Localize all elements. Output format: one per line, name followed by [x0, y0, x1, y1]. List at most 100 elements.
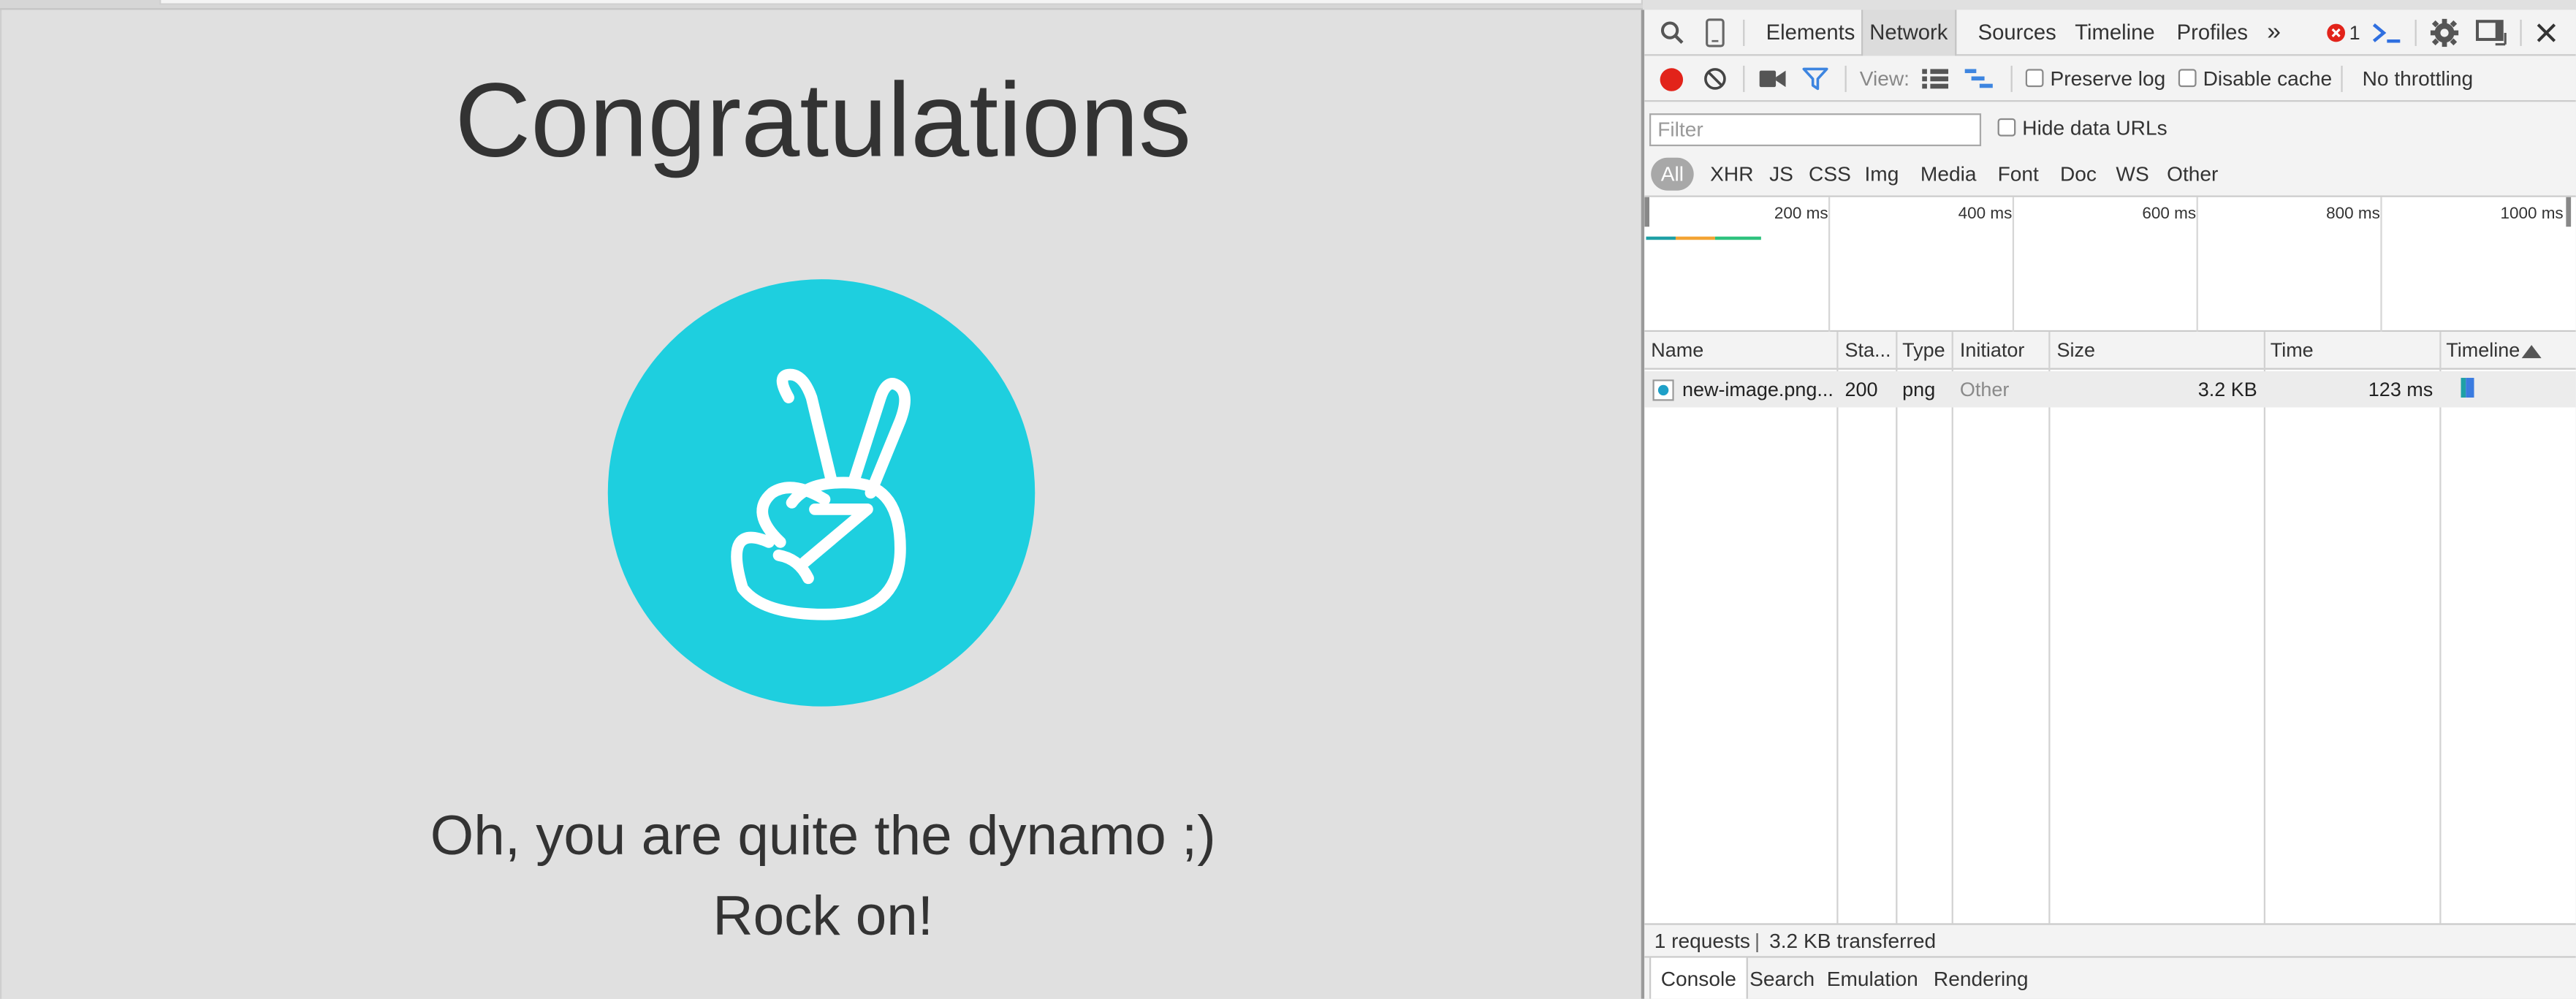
overview-bar-waiting [1675, 236, 1715, 240]
toolbar-divider [2010, 65, 2013, 92]
overview-left-handle[interactable] [1644, 197, 1649, 227]
overview-tick-label: 1000 ms [2500, 205, 2564, 224]
toolbar-divider [1844, 65, 1847, 92]
column-name[interactable]: Name [1651, 338, 1703, 361]
column-time[interactable]: Time [2271, 338, 2314, 361]
device-mode-icon[interactable] [1703, 18, 1726, 53]
toolbar-divider [1743, 19, 1745, 46]
column-size[interactable]: Size [2056, 338, 2094, 361]
more-tabs-button[interactable]: » [2267, 10, 2281, 56]
large-rows-icon[interactable] [1922, 69, 1949, 94]
filter-icon[interactable] [1802, 67, 1828, 95]
error-count[interactable]: 1 [2349, 10, 2360, 56]
column-divider[interactable] [1951, 332, 1953, 924]
hide-data-urls-label: Hide data URLs [2022, 116, 2167, 140]
overview-gridline [2380, 197, 2382, 333]
row-type: png [1902, 378, 1936, 401]
page-heading: Congratulations [455, 61, 1192, 180]
filter-type-doc[interactable]: Doc [2060, 158, 2097, 191]
overview-tick-label: 600 ms [2142, 205, 2197, 224]
overview-gridline [2196, 197, 2198, 333]
filter-input[interactable]: Filter [1649, 113, 1982, 147]
drawer-tab-emulation[interactable]: Emulation [1827, 958, 1918, 999]
screen: Congratulations Oh, you are quite the dy… [0, 0, 2576, 999]
toolbar-divider [2520, 19, 2522, 46]
devtools-tab-bar: Elements Network Sources Timeline Profil… [1644, 10, 2576, 56]
row-initiator: Other [1959, 378, 2010, 401]
clear-icon[interactable] [1703, 67, 1726, 95]
network-overview[interactable]: 200 ms 400 ms 600 ms 800 ms 1000 ms [1644, 197, 2576, 333]
drawer-tab-bar: Console Search Emulation Rendering [1644, 956, 2576, 999]
tab-network[interactable]: Network [1861, 10, 1956, 56]
filter-type-ws[interactable]: WS [2116, 158, 2148, 191]
column-divider[interactable] [1836, 332, 1839, 924]
record-icon[interactable] [1659, 67, 1684, 96]
filter-type-all[interactable]: All [1651, 157, 1694, 191]
gear-icon[interactable] [2430, 18, 2459, 53]
tab-timeline[interactable]: Timeline [2075, 10, 2154, 56]
overview-tick-label: 800 ms [2326, 205, 2380, 224]
message-line-1: Oh, you are quite the dynamo ;) [430, 805, 1216, 867]
drawer-tab-search[interactable]: Search [1749, 958, 1815, 999]
transferred-size: 3.2 KB transferred [1769, 930, 1937, 953]
browser-top-strip [0, 0, 1643, 10]
network-toolbar: View: Preserve log Disable cache No thro… [1644, 56, 2576, 102]
close-icon[interactable] [2537, 23, 2556, 48]
error-icon[interactable] [2326, 23, 2346, 48]
column-type[interactable]: Type [1902, 338, 1945, 361]
disable-cache-label: Disable cache [2203, 67, 2333, 91]
column-divider[interactable] [2439, 332, 2442, 924]
toolbar-divider [2414, 19, 2417, 46]
image-file-icon [1652, 379, 1674, 406]
dock-side-icon[interactable] [2475, 20, 2509, 51]
disable-cache-checkbox[interactable] [2178, 69, 2197, 88]
row-time: 123 ms [2368, 378, 2433, 401]
message-line-2: Rock on! [713, 885, 934, 949]
web-page: Congratulations Oh, you are quite the dy… [0, 10, 1643, 999]
preserve-log-label: Preserve log [2050, 67, 2166, 91]
drawer-tab-rendering[interactable]: Rendering [1934, 958, 2029, 999]
filter-type-xhr[interactable]: XHR [1710, 158, 1753, 191]
overview-bar-connecting [1646, 236, 1676, 240]
column-initiator[interactable]: Initiator [1960, 338, 2024, 361]
tab-elements[interactable]: Elements [1766, 10, 1855, 56]
row-name[interactable]: new-image.png... [1682, 378, 1834, 400]
preserve-log-checkbox[interactable] [2025, 69, 2044, 88]
row-status: 200 [1844, 378, 1878, 401]
tab-profiles[interactable]: Profiles [2177, 10, 2248, 56]
video-camera-icon[interactable] [1759, 69, 1786, 94]
column-divider[interactable] [2048, 332, 2051, 924]
column-divider[interactable] [1896, 332, 1898, 924]
search-icon[interactable] [1659, 20, 1685, 51]
throttling-select[interactable]: No throttling [2363, 67, 2474, 90]
view-label: View: [1859, 67, 1910, 91]
tab-sources[interactable]: Sources [1978, 10, 2056, 56]
horizontal-scrollbar[interactable] [159, 0, 1643, 5]
row-timeline-receiving-bar [2466, 378, 2474, 398]
column-divider[interactable] [2263, 332, 2265, 924]
network-status-bar: 1 requests | 3.2 KB transferred [1644, 923, 2576, 957]
console-drawer-icon[interactable] [2371, 20, 2404, 51]
overview-tick-label: 200 ms [1774, 205, 1828, 224]
column-status[interactable]: Sta... [1845, 338, 1891, 361]
row-size: 3.2 KB [2197, 378, 2257, 401]
filter-type-font[interactable]: Font [1998, 158, 2039, 191]
filter-type-css[interactable]: CSS [1809, 158, 1851, 191]
devtools-panel: Elements Network Sources Timeline Profil… [1644, 10, 2576, 999]
filter-bar: Filter Hide data URLs All XHR JS CSS Img… [1644, 102, 2576, 197]
overview-gridline [2012, 197, 2015, 333]
overview-gridline [1828, 197, 1831, 333]
filter-type-other[interactable]: Other [2167, 158, 2218, 191]
sort-icon[interactable] [2520, 342, 2542, 365]
hide-data-urls-checkbox[interactable] [1997, 118, 2016, 137]
filter-type-img[interactable]: Img [1864, 158, 1899, 191]
drawer-tab-console[interactable]: Console [1649, 957, 1748, 999]
table-row[interactable]: new-image.png... 200 png Other 3.2 KB 12… [1644, 371, 2576, 408]
summary-divider: | [1754, 930, 1760, 953]
column-timeline[interactable]: Timeline [2446, 338, 2520, 361]
filter-type-media[interactable]: Media [1920, 158, 1977, 191]
filter-type-js[interactable]: JS [1769, 158, 1793, 191]
row-timeline-waiting-bar [2461, 378, 2466, 398]
overview-right-handle[interactable] [2566, 197, 2572, 227]
waterfall-view-icon[interactable] [1964, 69, 1994, 94]
